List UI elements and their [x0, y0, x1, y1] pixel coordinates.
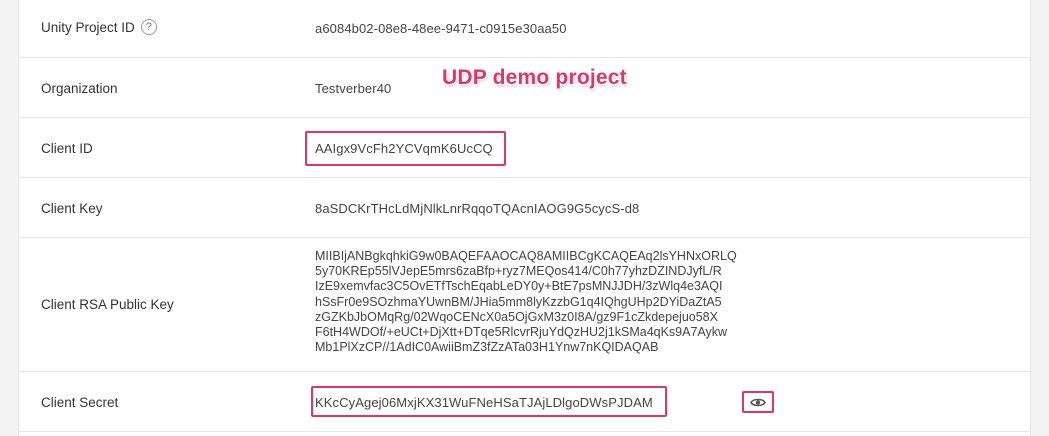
rsa-line: zGZKbJbOMqRg/02WqoCENcX0a5OjGxM3z0I8A/gz… — [315, 309, 718, 324]
client-key-value: 8aSDCKrTHcLdMjNlkLnrRqqoTQAcnIAOG9G5cycS… — [315, 201, 640, 216]
help-icon[interactable]: ? — [140, 19, 157, 35]
row-client-id: Client ID AAIgx9VcFh2YCVqmK6UcCQ — [19, 118, 1030, 178]
unity-project-id-value: a6084b02-08e8-48ee-9471-c0915e30aa50 — [315, 21, 567, 36]
eye-icon — [750, 397, 766, 408]
rsa-line: F6tH4WDOf/+eUCt+DjXtt+DTqe5RlcvrRjuYdQzH… — [315, 325, 728, 340]
client-id-label: Client ID — [41, 141, 93, 156]
client-secret-highlight — [311, 386, 667, 417]
rsa-line: hSsFr0e9SOzhmaYUwnBM/JHia5mm8lyKzzbG1q4I… — [315, 294, 722, 309]
row-unity-project-id: Unity Project ID ? a6084b02-08e8-48ee-94… — [19, 0, 1030, 58]
label-unity-project-id: Unity Project ID ? — [41, 19, 157, 35]
client-rsa-public-key-value: MIIBIjANBgkqhkiG9w0BAQEFAAOCAQ8AMIIBCgKC… — [315, 249, 737, 355]
unity-project-id-label: Unity Project ID — [41, 19, 135, 35]
client-key-label: Client Key — [41, 201, 103, 216]
rsa-line: Mb1PlXzCP//1AdIC0AwiiBmZ3fZzATa03H1Ynw7n… — [315, 340, 659, 355]
row-client-secret: Client Secret KKcCyAgej06MxjKX31WuFNeHSa… — [19, 372, 1030, 432]
client-secret-label: Client Secret — [41, 395, 119, 410]
organization-value: Testverber40 — [315, 81, 392, 96]
rsa-line: IzE9xemvfac3C5OvETfTschEqabLeDY0y+BtE7ps… — [315, 279, 723, 294]
row-client-key: Client Key 8aSDCKrTHcLdMjNlkLnrRqqoTQAcn… — [19, 178, 1030, 238]
annotation-label: UDP demo project — [442, 66, 627, 89]
rsa-line: MIIBIjANBgkqhkiG9w0BAQEFAAOCAQ8AMIIBCgKC… — [315, 249, 737, 263]
rsa-line: 5y70KREp55lVJepE5mrs6zaBfp+ryz7MEQos414/… — [315, 264, 722, 279]
client-id-highlight — [305, 131, 506, 166]
reveal-secret-button[interactable] — [742, 391, 774, 413]
organization-label: Organization — [41, 81, 118, 96]
client-rsa-public-key-label: Client RSA Public Key — [41, 297, 174, 312]
